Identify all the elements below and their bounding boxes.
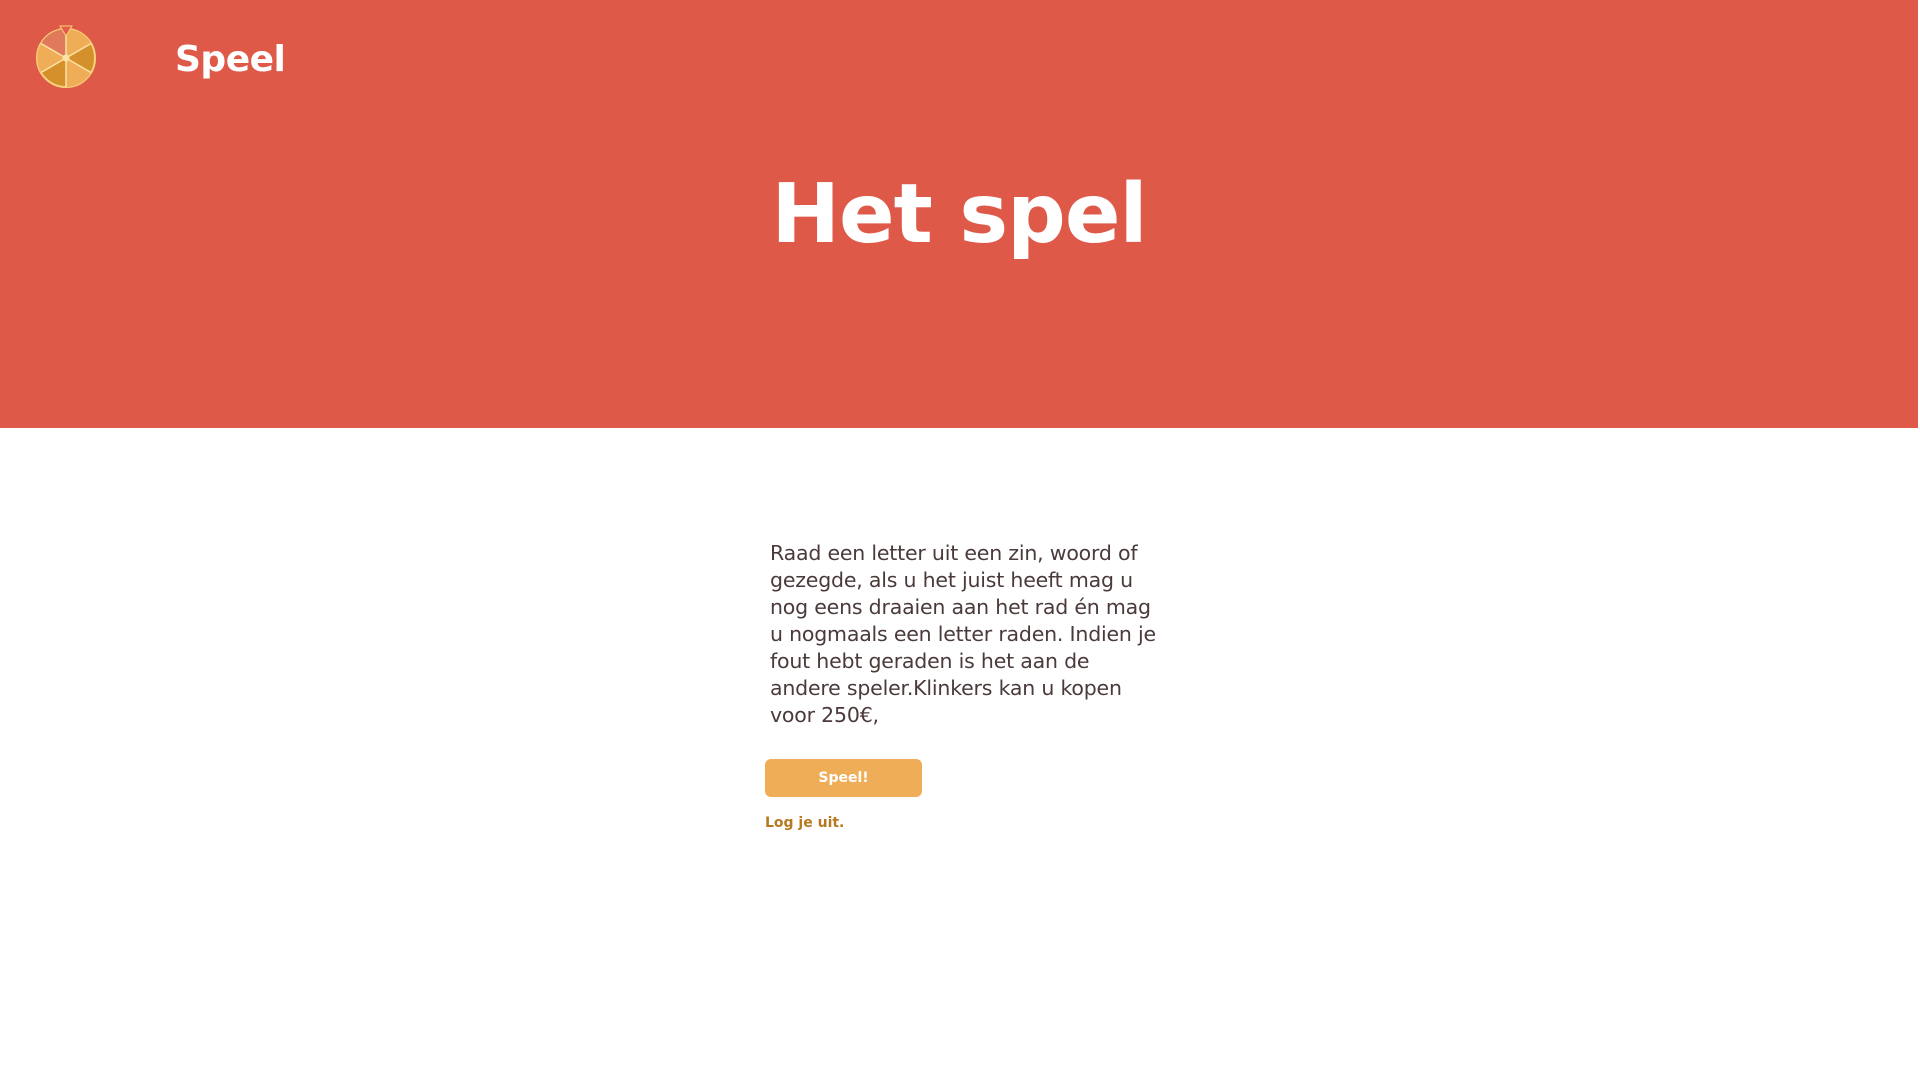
play-button[interactable]: Speel! — [765, 759, 922, 797]
game-description: Raad een letter uit een zin, woord of ge… — [770, 541, 1156, 727]
main-content: Raad een letter uit een zin, woord of ge… — [765, 540, 1165, 831]
page-title: Het spel — [771, 167, 1147, 262]
wheel-of-fortune-icon[interactable] — [34, 25, 98, 89]
logout-link[interactable]: Log je uit. — [765, 815, 844, 831]
hero-banner: Speel Het spel — [0, 0, 1918, 428]
site-title[interactable]: Speel — [175, 36, 286, 84]
